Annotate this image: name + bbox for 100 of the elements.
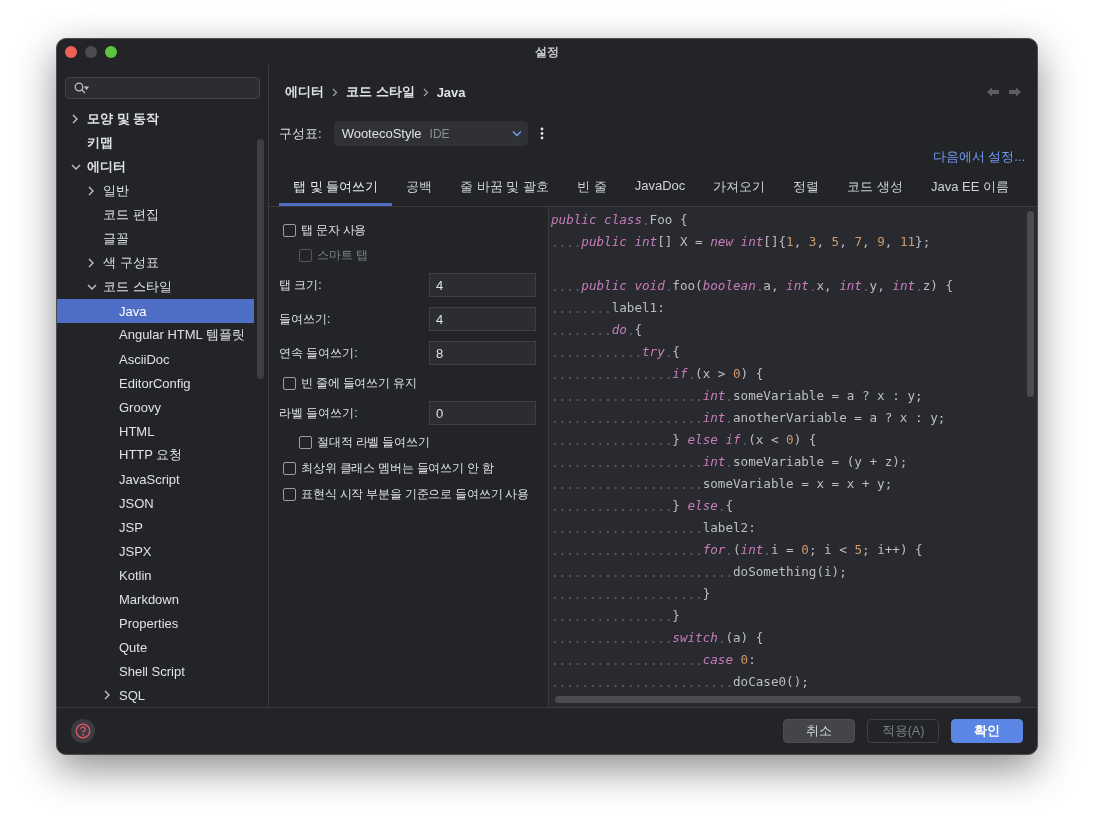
tree-item[interactable]: 색 구성표 (57, 251, 254, 275)
tree-item[interactable]: 일반 (57, 179, 254, 203)
field-label: 라벨 들여쓰기: (279, 404, 358, 422)
scrollbar[interactable] (555, 696, 1021, 703)
code-token: ; i++) { (861, 542, 923, 557)
checkbox[interactable] (283, 223, 296, 237)
code-token: public int (581, 234, 658, 249)
code-token: , (861, 234, 871, 249)
chevron-down-icon[interactable] (87, 283, 97, 291)
tab[interactable]: 탭 및 들여쓰기 (279, 172, 393, 206)
tab[interactable]: 공백 (392, 172, 447, 206)
forward-arrow-icon[interactable] (1009, 87, 1021, 97)
tab[interactable]: Java EE 이름 (916, 172, 1023, 206)
code-token: ; i < (808, 542, 848, 557)
scrollbar[interactable] (1027, 211, 1034, 397)
checkbox-label: 최상위 클래스 멤버는 들여쓰기 안 함 (301, 459, 494, 477)
chevron-right-icon (422, 87, 429, 97)
number-field[interactable]: 8 (429, 341, 536, 365)
set-from-link[interactable]: 다음에서 설정... (932, 148, 1025, 166)
tree-item[interactable]: HTTP 요청 (57, 443, 254, 467)
back-arrow-icon[interactable] (987, 87, 999, 97)
scrollbar[interactable] (257, 139, 264, 379)
chevron-right-icon[interactable] (103, 690, 111, 700)
help-icon (75, 723, 91, 739)
code-token: new int (710, 234, 764, 249)
tree-item[interactable]: Kotlin (57, 563, 254, 587)
checkbox[interactable] (283, 487, 296, 501)
tree-item[interactable]: EditorConfig (57, 371, 254, 395)
code-token: }; (915, 234, 931, 249)
breadcrumb-item[interactable]: 코드 스타일 (346, 83, 415, 101)
chevron-right-icon[interactable] (87, 258, 95, 268)
breadcrumb-item[interactable]: Java (436, 84, 466, 100)
dialog-button[interactable]: 확인 (951, 719, 1023, 743)
code-token: ( (733, 542, 741, 557)
checkbox[interactable] (283, 376, 296, 390)
code-token: , (816, 234, 826, 249)
code-token: int (786, 278, 809, 293)
tab[interactable]: 정렬 (779, 172, 834, 206)
code-token: else if (687, 432, 741, 447)
tree-item[interactable]: Markdown (57, 587, 254, 611)
tab[interactable]: 줄 바꿈 및 괄호 (446, 172, 564, 206)
number-field[interactable]: 4 (429, 307, 536, 331)
tree-item[interactable]: AsciiDoc (57, 347, 254, 371)
tree-item[interactable]: JSPX (57, 539, 254, 563)
tree-item[interactable]: Shell Script (57, 659, 254, 683)
tree-item[interactable]: Properties (57, 611, 254, 635)
tree-item[interactable]: JSON (57, 491, 254, 515)
tree-item[interactable]: 키맵 (57, 131, 254, 155)
tree-item[interactable]: JSP (57, 515, 254, 539)
checkbox-label: 빈 줄에 들여쓰기 유지 (301, 374, 417, 392)
code-token: switch (672, 630, 718, 645)
help-button[interactable] (71, 719, 95, 743)
tree-item[interactable]: Java (57, 299, 254, 323)
field-label: 연속 들여쓰기: (279, 344, 358, 362)
zoom-button[interactable] (105, 46, 117, 58)
tree-item[interactable]: Angular HTML 템플릿 (57, 323, 254, 347)
tree-item[interactable]: 글꼴 (57, 227, 254, 251)
checkbox[interactable] (283, 461, 296, 475)
chevron-right-icon[interactable] (87, 186, 95, 196)
checkbox[interactable] (299, 436, 312, 449)
code-token: : (748, 652, 756, 667)
code-token: do (611, 322, 627, 337)
breadcrumb-item[interactable]: 에디터 (285, 83, 324, 101)
code-token: 3 (808, 234, 817, 249)
code-token: 0 (786, 432, 794, 447)
code-token: x, (816, 278, 833, 293)
code-token: 1 (786, 234, 794, 249)
tab[interactable]: 빈 줄 (563, 172, 621, 206)
code-token: someVariable = a ? x : y; (733, 388, 923, 403)
code-token: public void (581, 278, 665, 293)
chevron-right-icon[interactable] (71, 114, 79, 124)
search-icon (74, 82, 89, 94)
tree-item[interactable]: JavaScript (57, 467, 254, 491)
dialog-button[interactable]: 취소 (783, 719, 855, 743)
tree-item[interactable]: 코드 스타일 (57, 275, 254, 299)
chevron-down-icon (511, 130, 522, 137)
tree-item[interactable]: 에디터 (57, 155, 254, 179)
tab[interactable]: JavaDoc (620, 172, 700, 206)
close-button[interactable] (65, 46, 77, 58)
number-field[interactable]: 0 (429, 401, 536, 425)
tree-item[interactable]: 코드 편집 (57, 203, 254, 227)
tree-item[interactable]: HTML (57, 419, 254, 443)
tree-item[interactable]: 모양 및 동작 (57, 107, 254, 131)
scheme-dropdown[interactable]: WootecoStyle IDE (333, 121, 528, 146)
code-token: { (672, 344, 680, 359)
tree-item[interactable]: Groovy (57, 395, 254, 419)
code-token: (x < (748, 432, 780, 447)
chevron-down-icon[interactable] (71, 163, 81, 171)
search-field[interactable] (65, 77, 260, 99)
tab[interactable]: 코드 생성 (833, 172, 917, 206)
code-token: try (642, 344, 665, 359)
tree-item[interactable]: Qute (57, 635, 254, 659)
code-token: int (892, 278, 916, 293)
checkbox-label: 탭 문자 사용 (301, 221, 367, 239)
field-label: 들여쓰기: (279, 310, 331, 328)
number-field[interactable]: 4 (429, 273, 536, 297)
tab[interactable]: 가져오기 (699, 172, 780, 206)
more-icon[interactable] (539, 127, 544, 140)
tree-item[interactable]: SQL (57, 683, 254, 707)
field-label: 탭 크기: (279, 276, 322, 294)
